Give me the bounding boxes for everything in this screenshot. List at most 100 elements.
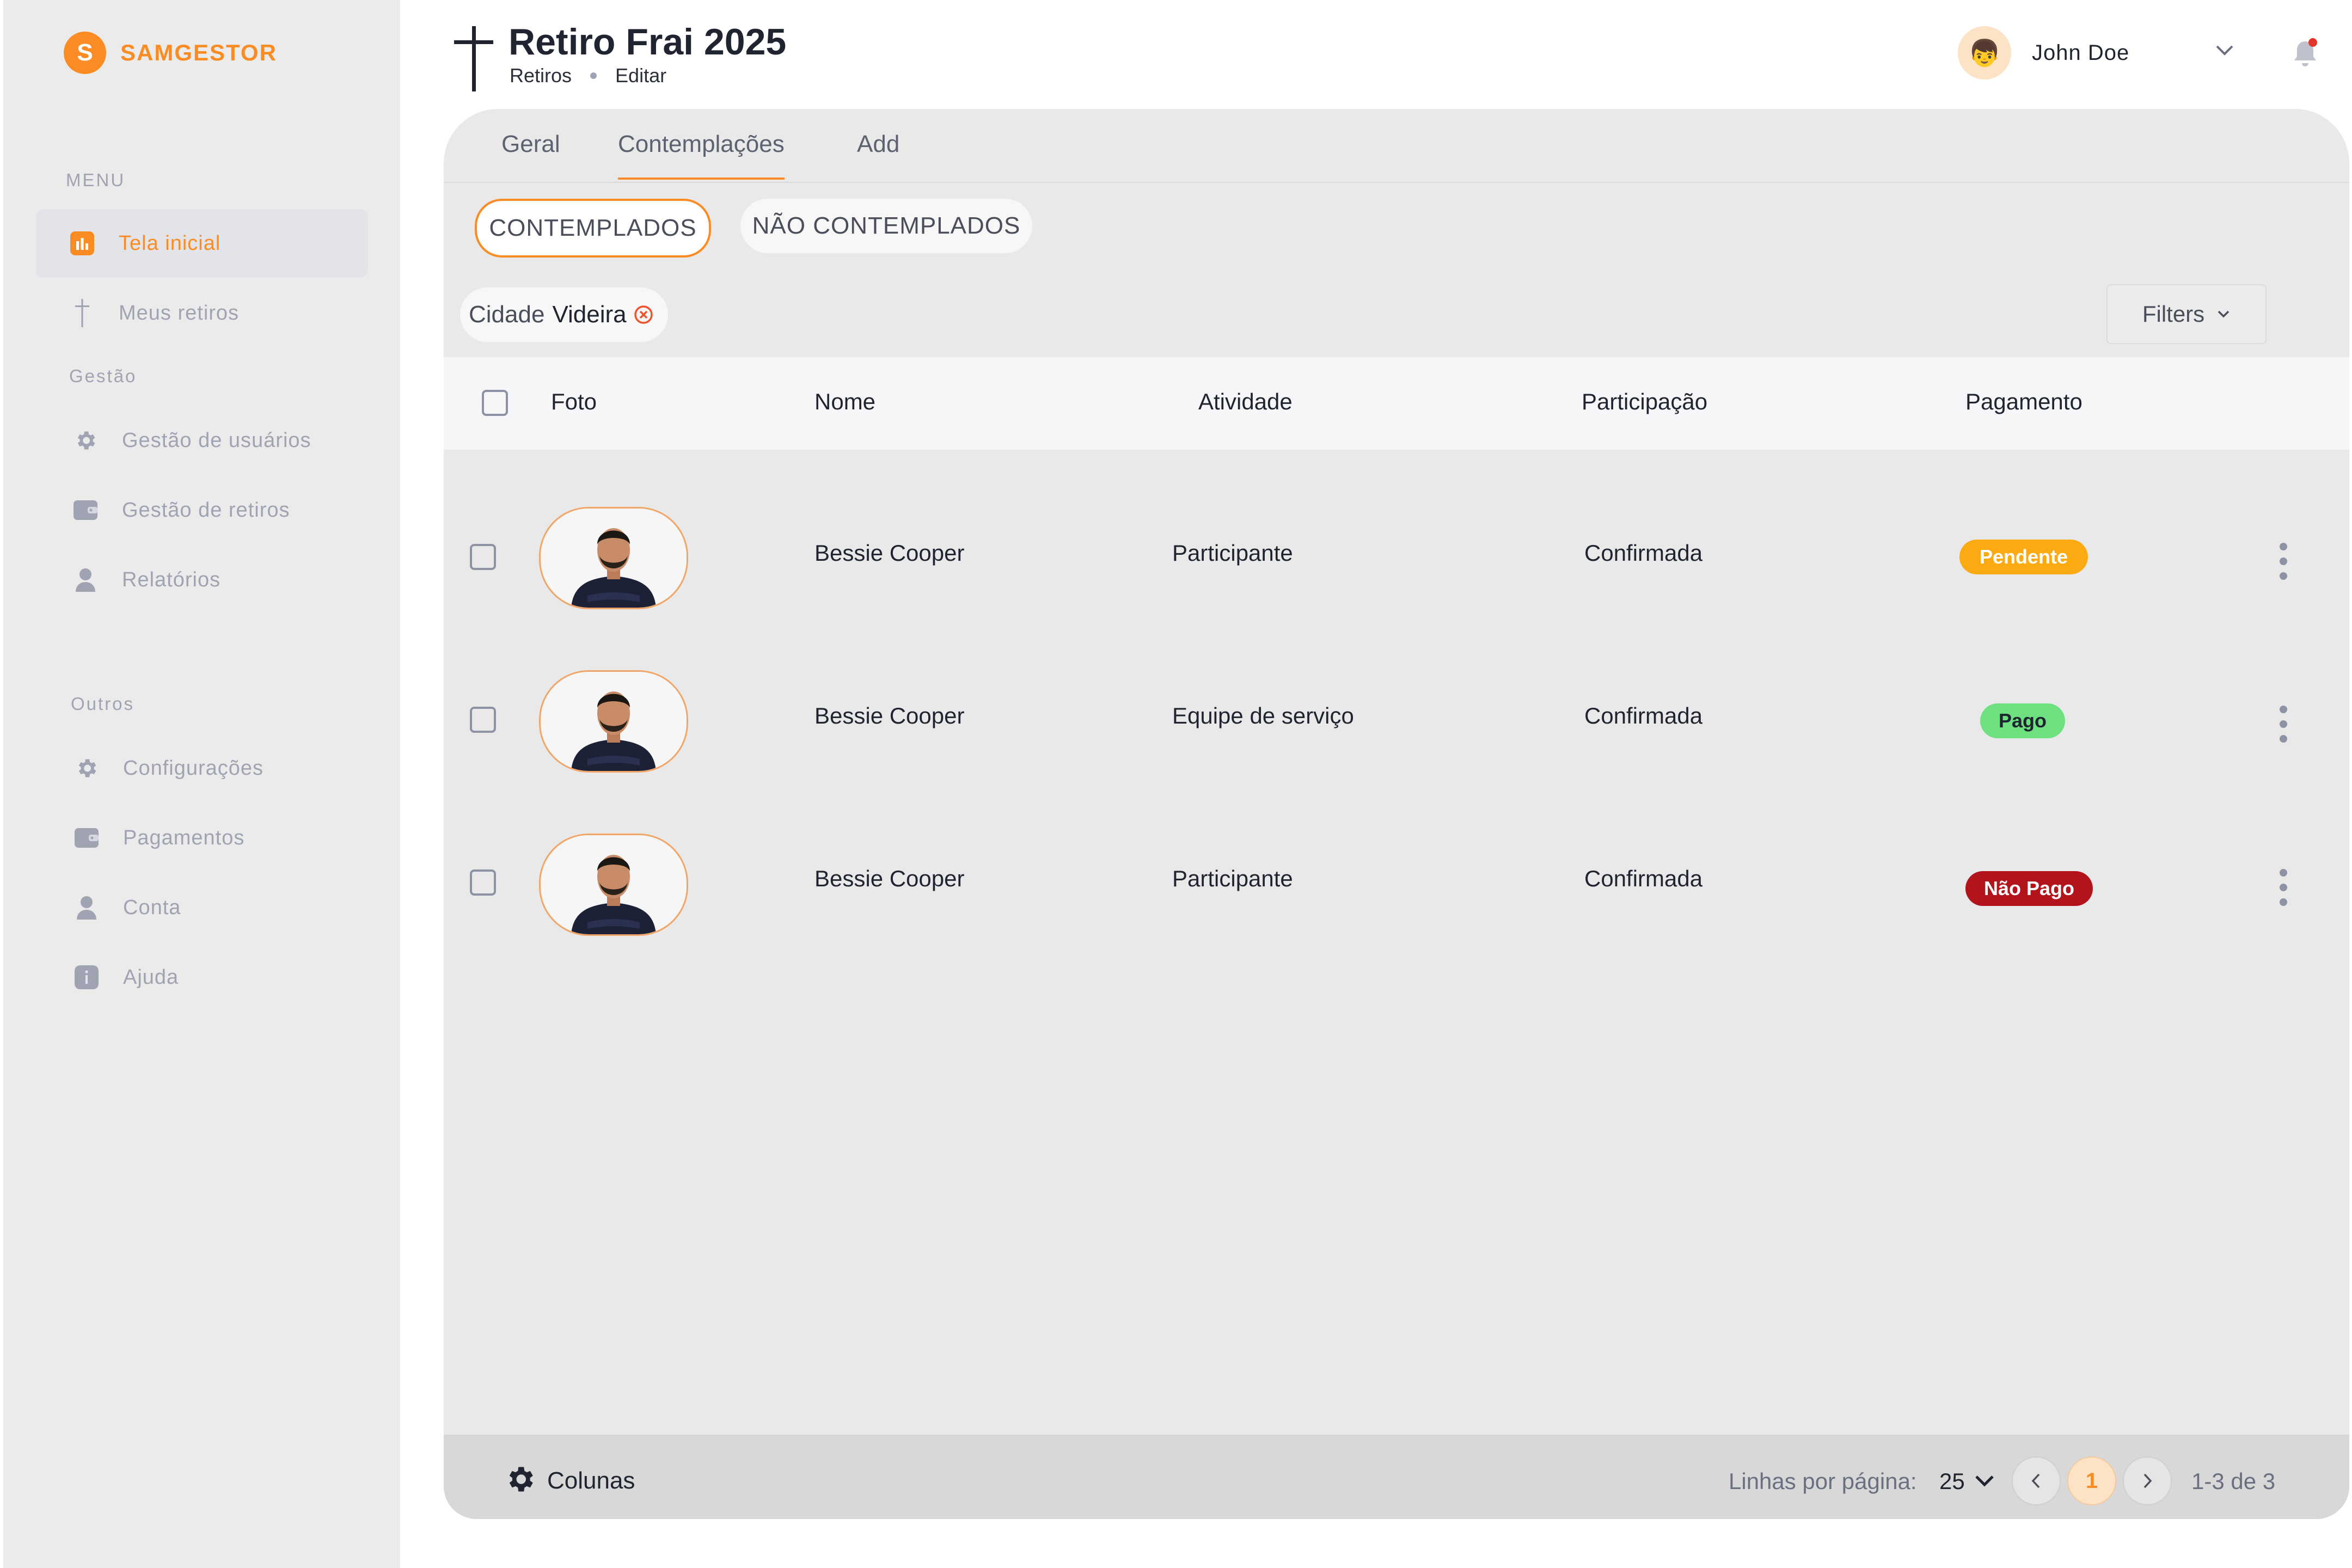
select-all-checkbox[interactable] — [482, 390, 508, 416]
gear-icon — [74, 756, 99, 781]
status-badge: Pago — [1980, 703, 2065, 738]
row-checkbox[interactable] — [470, 869, 496, 896]
row-checkbox[interactable] — [470, 707, 496, 733]
remove-filter-icon[interactable] — [633, 304, 654, 325]
avatar: 👦 — [1958, 26, 2011, 79]
sidebar-item-relatorios[interactable]: Relatórios — [36, 546, 368, 614]
gear-icon — [509, 1467, 533, 1492]
user-menu[interactable]: 👦 John Doe — [1958, 26, 2129, 79]
sidebar-item-label: Relatórios — [122, 568, 221, 591]
person-photo — [539, 834, 688, 936]
logo-badge: S — [64, 32, 106, 74]
next-page-button[interactable] — [2123, 1456, 2172, 1505]
wallet-icon — [73, 498, 98, 523]
tab-contemplacoes[interactable]: Contemplações — [618, 131, 785, 180]
column-header-participacao[interactable]: Participação — [1582, 389, 1707, 415]
person-photo — [539, 507, 688, 609]
prev-page-button[interactable] — [2012, 1456, 2061, 1505]
breadcrumb-separator — [590, 72, 597, 79]
sidebar: S SAMGESTOR MENU Tela inicial Meus retir… — [3, 0, 400, 1568]
cell-participacao: Confirmada — [1584, 540, 1703, 566]
tab-geral[interactable]: Geral — [501, 131, 560, 177]
gear-icon — [73, 428, 98, 453]
table-footer: Colunas Linhas por página: 25 1 1-3 de 3 — [444, 1435, 2349, 1519]
more-options-icon[interactable] — [2277, 542, 2290, 580]
sidebar-item-gestao-usuarios[interactable]: Gestão de usuários — [36, 406, 368, 475]
main-panel: Geral Contemplações Add CONTEMPLADOS NÃO… — [444, 109, 2349, 1519]
user-icon — [73, 567, 98, 592]
tab-add[interactable]: Add — [857, 131, 899, 177]
section-label-menu: MENU — [66, 170, 126, 190]
more-options-icon[interactable] — [2277, 868, 2290, 906]
toggle-contemplados[interactable]: CONTEMPLADOS — [475, 199, 711, 258]
sidebar-item-label: Tela inicial — [119, 231, 221, 255]
sidebar-item-ajuda[interactable]: Ajuda — [36, 943, 368, 1012]
sidebar-item-label: Meus retiros — [119, 301, 240, 324]
person-photo — [539, 670, 688, 773]
chevron-left-icon — [2031, 1473, 2040, 1489]
cross-icon — [70, 299, 95, 327]
table-row[interactable]: Bessie Cooper Participante Confirmada Nã… — [444, 803, 2349, 966]
table-header: Foto Nome Atividade Participação Pagamen… — [444, 357, 2349, 450]
chevron-down-icon[interactable] — [2215, 44, 2234, 57]
sidebar-item-conta[interactable]: Conta — [36, 873, 368, 942]
filter-chip: Cidade Videira — [460, 287, 668, 342]
cell-nome: Bessie Cooper — [814, 703, 965, 728]
sidebar-item-gestao-retiros[interactable]: Gestão de retiros — [36, 476, 368, 544]
section-label-gestao: Gestão — [69, 366, 137, 386]
cell-atividade: Participante — [1172, 540, 1293, 566]
wallet-icon — [74, 825, 99, 850]
column-header-pagamento[interactable]: Pagamento — [1965, 389, 2082, 415]
more-options-icon[interactable] — [2277, 705, 2290, 743]
column-header-atividade[interactable]: Atividade — [1198, 389, 1293, 415]
sidebar-item-label: Configurações — [123, 756, 264, 780]
cell-atividade: Equipe de serviço — [1172, 703, 1354, 728]
breadcrumb-editar: Editar — [615, 64, 667, 87]
tab-bar: Geral Contemplações Add — [444, 109, 2349, 183]
cell-nome: Bessie Cooper — [814, 866, 965, 891]
sidebar-item-tela-inicial[interactable]: Tela inicial — [36, 209, 368, 278]
table-row[interactable]: Bessie Cooper Participante Confirmada Pe… — [444, 476, 2349, 640]
rows-per-page-select[interactable]: 25 — [1939, 1468, 1965, 1494]
sidebar-item-label: Gestão de usuários — [122, 428, 311, 452]
chevron-down-icon — [2218, 310, 2230, 318]
sidebar-item-pagamentos[interactable]: Pagamentos — [36, 804, 368, 872]
brand-logo[interactable]: S SAMGESTOR — [64, 32, 277, 74]
breadcrumb: Retiros Editar — [510, 64, 666, 87]
cross-icon — [454, 26, 493, 91]
column-header-foto[interactable]: Foto — [551, 389, 597, 415]
toggle-nao-contemplados[interactable]: NÃO CONTEMPLADOS — [740, 199, 1032, 253]
chevron-right-icon — [2143, 1473, 2152, 1489]
sidebar-item-label: Pagamentos — [123, 826, 245, 849]
sidebar-item-label: Gestão de retiros — [122, 498, 290, 522]
column-header-nome[interactable]: Nome — [814, 389, 875, 415]
sidebar-item-meus-retiros[interactable]: Meus retiros — [36, 279, 368, 347]
row-checkbox[interactable] — [470, 544, 496, 570]
status-badge: Não Pago — [1965, 871, 2093, 906]
page-button-current[interactable]: 1 — [2067, 1456, 2116, 1505]
table-row[interactable]: Bessie Cooper Equipe de serviço Confirma… — [444, 640, 2349, 803]
bell-icon[interactable] — [2292, 38, 2318, 69]
rows-per-page-label: Linhas por página: — [1729, 1468, 1917, 1494]
logo-text: SAMGESTOR — [120, 40, 277, 65]
chevron-down-icon[interactable] — [1974, 1474, 1995, 1488]
cell-participacao: Confirmada — [1584, 703, 1703, 728]
page-title: Retiro Frai 2025 — [509, 21, 787, 63]
cell-atividade: Participante — [1172, 866, 1293, 891]
sidebar-item-configuracoes[interactable]: Configurações — [36, 734, 368, 803]
user-icon — [74, 895, 99, 920]
sidebar-item-label: Ajuda — [123, 965, 179, 989]
columns-label: Colunas — [547, 1467, 635, 1494]
status-badge: Pendente — [1959, 540, 2088, 574]
pagination-range: 1-3 de 3 — [2191, 1468, 2276, 1494]
filter-chip-value: Videira — [552, 301, 627, 328]
cell-participacao: Confirmada — [1584, 866, 1703, 891]
info-icon — [74, 965, 99, 990]
sidebar-item-label: Conta — [123, 896, 181, 919]
section-label-outros: Outros — [71, 694, 135, 714]
cell-nome: Bessie Cooper — [814, 540, 965, 566]
filters-button[interactable]: Filters — [2106, 284, 2267, 344]
breadcrumb-retiros[interactable]: Retiros — [510, 64, 572, 87]
filter-chip-key: Cidade — [469, 301, 545, 328]
chart-icon — [70, 231, 95, 256]
